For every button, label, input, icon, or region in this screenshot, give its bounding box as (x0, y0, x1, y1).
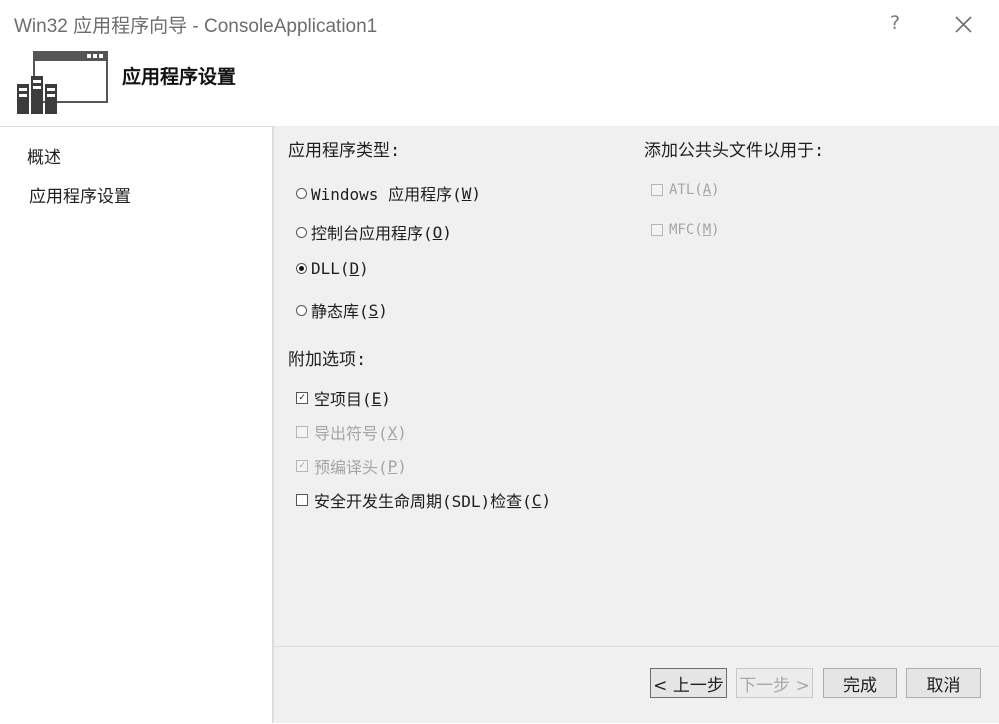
radio-indicator[interactable] (296, 187, 307, 199)
cancel-button[interactable]: 取消 (906, 668, 981, 698)
nav-item-app-settings[interactable]: 应用程序设置 (29, 182, 131, 207)
app-type-label: 应用程序类型: (288, 141, 401, 161)
next-button[interactable]: 下一步 > (736, 668, 813, 698)
radio-console-app[interactable]: 控制台应用程序(O) (296, 220, 452, 244)
checkbox-indicator[interactable] (651, 224, 663, 236)
checkbox-indicator[interactable] (651, 184, 663, 196)
title-bar: Win32 应用程序向导 - ConsoleApplication1 ? (0, 0, 999, 46)
additional-options-label: 附加选项: (288, 350, 367, 370)
radio-static-lib[interactable]: 静态库(S) (296, 298, 388, 322)
checkbox-indicator-checked[interactable]: ✓ (296, 460, 308, 472)
checkbox-precompiled-header[interactable]: ✓ 预编译头(P) (296, 454, 407, 478)
checkbox-export-symbols[interactable]: 导出符号(X) (296, 420, 407, 444)
wizard-nav: 概述 应用程序设置 (0, 126, 272, 724)
previous-button[interactable]: < 上一步 (650, 668, 727, 698)
checkbox-indicator[interactable] (296, 494, 308, 506)
close-icon[interactable] (950, 12, 976, 38)
checkbox-atl[interactable]: ATL(A) (651, 182, 720, 198)
application-wizard-icon (17, 51, 108, 114)
window-title: Win32 应用程序向导 - ConsoleApplication1 (14, 16, 378, 37)
common-headers-label: 添加公共头文件以用于: (644, 141, 825, 161)
help-button[interactable]: ? (884, 10, 906, 36)
radio-indicator[interactable] (296, 226, 307, 238)
radio-indicator-selected[interactable] (296, 263, 307, 274)
wizard-header: 应用程序设置 (0, 46, 999, 126)
radio-dll[interactable]: DLL(D) (296, 259, 369, 278)
radio-windows-app[interactable]: Windows 应用程序(W) (296, 181, 481, 205)
page-title: 应用程序设置 (122, 66, 237, 88)
checkbox-sdl-checks[interactable]: 安全开发生命周期(SDL)检查(C) (296, 488, 551, 512)
nav-item-overview[interactable]: 概述 (27, 143, 61, 168)
checkbox-indicator[interactable] (296, 426, 308, 438)
radio-indicator[interactable] (296, 304, 307, 316)
footer-divider (274, 646, 999, 647)
checkbox-mfc[interactable]: MFC(M) (651, 222, 720, 238)
finish-button[interactable]: 完成 (823, 668, 897, 698)
checkbox-empty-project[interactable]: ✓ 空项目(E) (296, 386, 391, 410)
checkbox-indicator-checked[interactable]: ✓ (296, 392, 308, 404)
settings-panel: 应用程序类型: Windows 应用程序(W) 控制台应用程序(O) DLL(D… (274, 126, 999, 723)
